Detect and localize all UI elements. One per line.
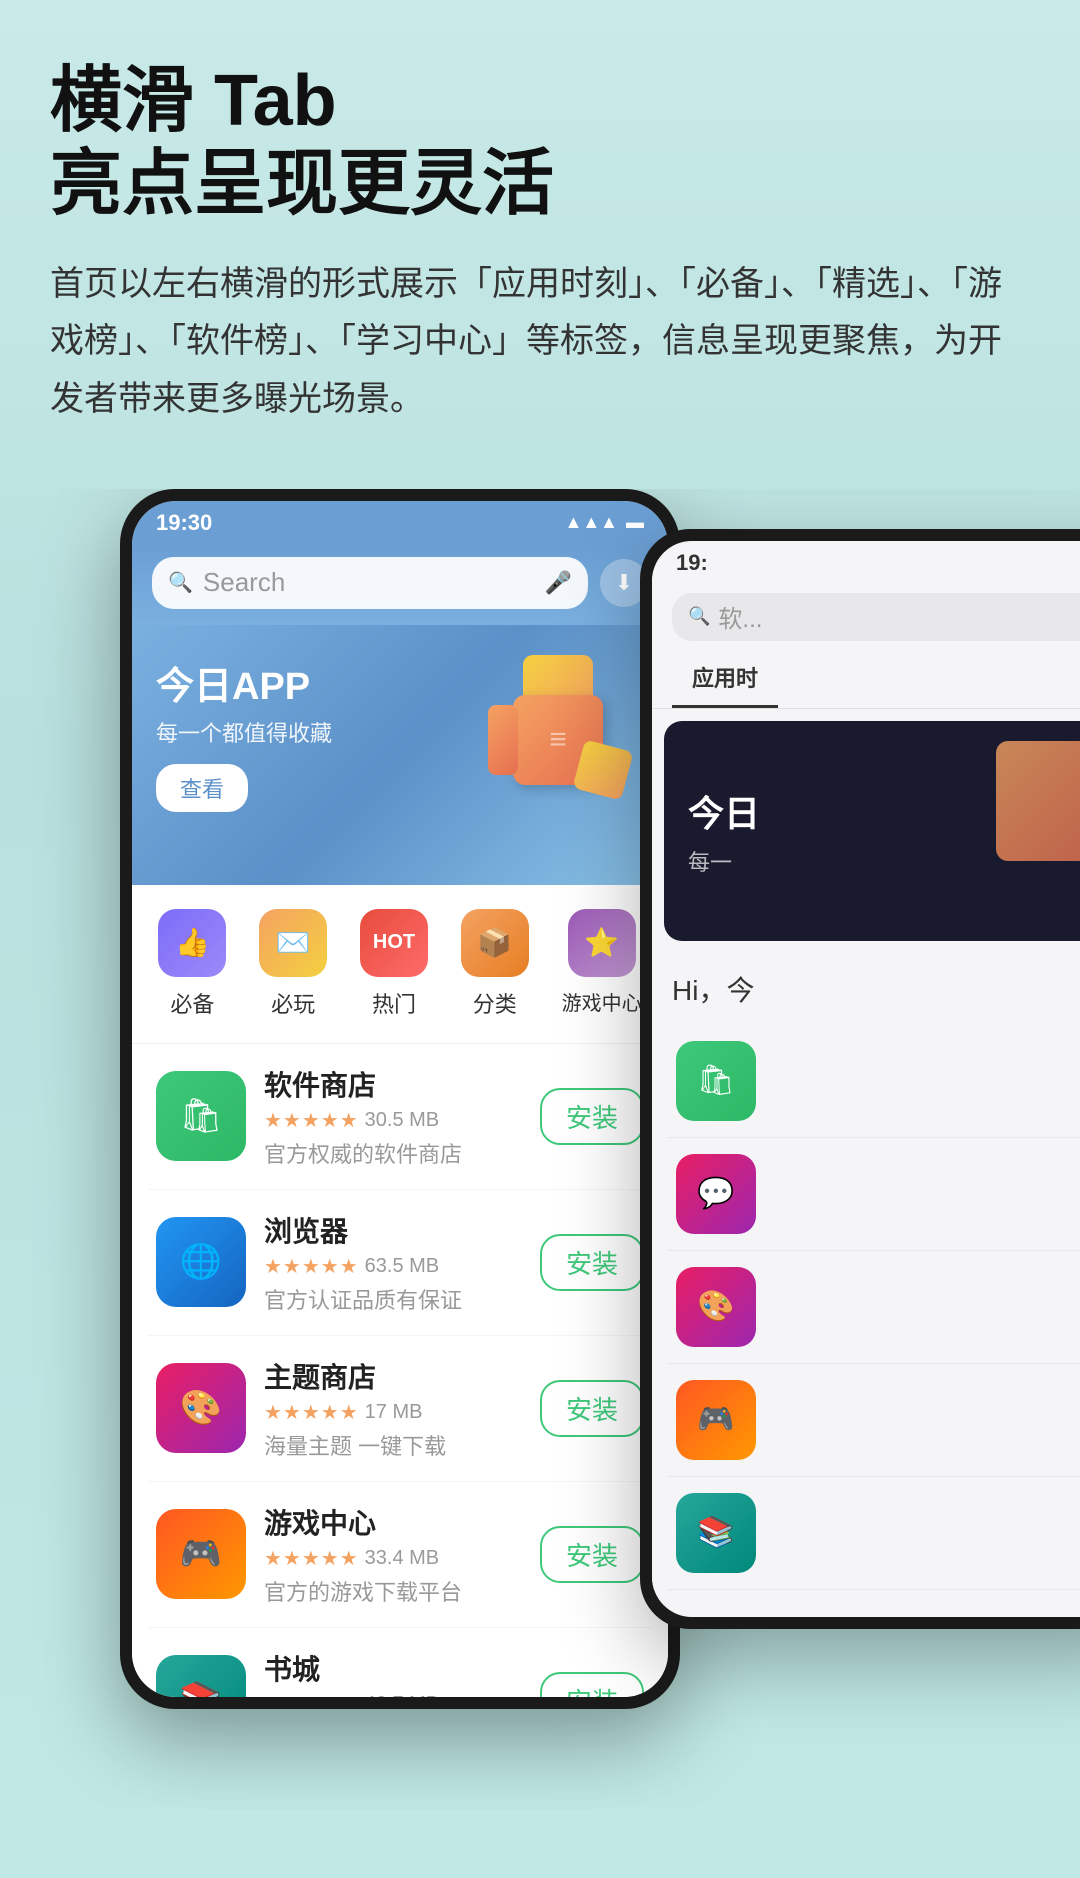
banner-2-decoration: [996, 741, 1080, 861]
search-bar-container: 🔍 Search 🎤 ⬇: [132, 545, 668, 625]
phone-secondary-screen: 19: ▬ 🔍 软... 应用时 今日 每一: [652, 541, 1080, 1617]
theme-store-info: 主题商店 ★★★★★ 17 MB 海量主题 一键下载: [264, 1356, 522, 1461]
search-icon: 🔍: [168, 570, 193, 595]
game-center-label: 游戏中心: [562, 987, 642, 1016]
banner-decoration: ≡: [488, 655, 628, 815]
tab-yingyong[interactable]: 应用时: [672, 649, 778, 708]
app-icon-s1: 🛍: [676, 1041, 756, 1121]
theme-store-desc: 海量主题 一键下载: [264, 1429, 522, 1461]
bewan-icon: ✉️: [259, 909, 327, 977]
status-bar: 19:30 ▲▲▲ ▬: [132, 501, 668, 545]
browser-name: 浏览器: [264, 1210, 522, 1250]
title-line1: 横滑 Tab: [50, 61, 337, 141]
browser-stars: ★★★★★ 63.5 MB: [264, 1254, 522, 1279]
browser-info: 浏览器 ★★★★★ 63.5 MB 官方认证品质有保证: [264, 1210, 522, 1315]
tab-jinri[interactable]: [788, 649, 828, 708]
books-name: 书城: [264, 1648, 522, 1688]
category-bibei[interactable]: 👍 必备: [158, 909, 226, 1019]
category-game-center[interactable]: ⭐ 游戏中心: [562, 909, 642, 1019]
tab-bar-secondary: 应用时: [652, 649, 1080, 709]
bibei-icon: 👍: [158, 909, 226, 977]
install-game-center-button[interactable]: 安装: [540, 1526, 644, 1583]
app-item-game-center[interactable]: 🎮 游戏中心 ★★★★★ 33.4 MB 官方的游戏下载平台 安装: [148, 1482, 652, 1628]
theme-store-stars: ★★★★★ 17 MB: [264, 1400, 522, 1425]
download-icon: ⬇: [615, 570, 633, 596]
app-icon-s4: 🎮: [676, 1380, 756, 1460]
game-center-app-name: 游戏中心: [264, 1502, 522, 1542]
game-center-stars: ★★★★★ 33.4 MB: [264, 1546, 522, 1571]
install-theme-button[interactable]: 安装: [540, 1380, 644, 1437]
time-display-2: 19:: [676, 550, 708, 576]
browser-icon: 🌐: [156, 1217, 246, 1307]
phones-container: 19:30 ▲▲▲ ▬ 🔍 Search 🎤 ⬇ 今日APP: [0, 489, 1080, 1809]
phone-main: 19:30 ▲▲▲ ▬ 🔍 Search 🎤 ⬇ 今日APP: [120, 489, 680, 1709]
category-fenlei[interactable]: 📦 分类: [461, 909, 529, 1019]
install-software-button[interactable]: 安装: [540, 1088, 644, 1145]
wifi-icon: ▲▲▲: [565, 512, 618, 533]
game-center-app-icon: 🎮: [156, 1509, 246, 1599]
status-icons: ▲▲▲ ▬: [565, 512, 644, 533]
books-info: 书城 ★★★★★ 40.7 MB 海量图书想读就读: [264, 1648, 522, 1697]
app-item-secondary-5[interactable]: 📚: [668, 1477, 1080, 1590]
hot-icon: HOT: [360, 909, 428, 977]
bewan-label: 必玩: [271, 987, 315, 1019]
bibei-label: 必备: [170, 987, 214, 1019]
theme-store-name: 主题商店: [264, 1356, 522, 1396]
books-stars: ★★★★★ 40.7 MB: [264, 1692, 522, 1697]
category-bewan[interactable]: ✉️ 必玩: [259, 909, 327, 1019]
software-store-desc: 官方权威的软件商店: [264, 1137, 522, 1169]
hot-label: 热门: [372, 987, 416, 1019]
software-store-info: 软件商店 ★★★★★ 30.5 MB 官方权威的软件商店: [264, 1064, 522, 1169]
app-list: 🛍 软件商店 ★★★★★ 30.5 MB 官方权威的软件商店 安装: [132, 1044, 668, 1697]
greeting-text: Hi，今: [652, 953, 1080, 1025]
header-section: 横滑 Tab 亮点呈现更灵活 首页以左右横滑的形式展示「应用时刻」、「必备」、「…: [0, 0, 1080, 459]
search-input-box[interactable]: 🔍 Search 🎤: [152, 557, 588, 609]
categories-section: 👍 必备 ✉️ 必玩 HOT 热门: [132, 885, 668, 1044]
mic-icon: 🎤: [545, 570, 572, 596]
game-center-icon: ⭐: [568, 909, 636, 977]
time-display: 19:30: [156, 510, 212, 536]
search-box-2[interactable]: 🔍 软...: [672, 593, 1080, 641]
search-placeholder-2: 软...: [718, 599, 762, 634]
status-bar-2: 19: ▬: [652, 541, 1080, 585]
app-icon-s5: 📚: [676, 1493, 756, 1573]
install-books-button[interactable]: 安装: [540, 1672, 644, 1697]
banner-button[interactable]: 查看: [156, 764, 248, 812]
phone-secondary: 19: ▬ 🔍 软... 应用时 今日 每一: [640, 529, 1080, 1629]
game-center-desc: 官方的游戏下载平台: [264, 1575, 522, 1607]
software-store-name: 软件商店: [264, 1064, 522, 1104]
game-center-app-info: 游戏中心 ★★★★★ 33.4 MB 官方的游戏下载平台: [264, 1502, 522, 1607]
search-bar-2: 🔍 软...: [652, 585, 1080, 649]
battery-icon: ▬: [626, 512, 644, 533]
phone-main-screen: 19:30 ▲▲▲ ▬ 🔍 Search 🎤 ⬇ 今日APP: [132, 501, 668, 1697]
app-item-secondary-4[interactable]: 🎮: [668, 1364, 1080, 1477]
app-item-secondary-2[interactable]: 💬: [668, 1138, 1080, 1251]
app-item-secondary-1[interactable]: 🛍: [668, 1025, 1080, 1138]
app-item-theme[interactable]: 🎨 主题商店 ★★★★★ 17 MB 海量主题 一键下载 安装: [148, 1336, 652, 1482]
install-browser-button[interactable]: 安装: [540, 1234, 644, 1291]
fenlei-icon: 📦: [461, 909, 529, 977]
banner-section: 今日APP 每一个都值得收藏 查看 ≡: [132, 625, 668, 885]
app-item-software[interactable]: 🛍 软件商店 ★★★★★ 30.5 MB 官方权威的软件商店 安装: [148, 1044, 652, 1190]
theme-store-icon: 🎨: [156, 1363, 246, 1453]
books-icon: 📚: [156, 1655, 246, 1697]
title-line2: 亮点呈现更灵活: [50, 144, 554, 224]
app-icon-s2: 💬: [676, 1154, 756, 1234]
app-item-secondary-3[interactable]: 🎨: [668, 1251, 1080, 1364]
app-icon-s3: 🎨: [676, 1267, 756, 1347]
main-title: 横滑 Tab 亮点呈现更灵活: [50, 60, 1030, 226]
category-hot[interactable]: HOT 热门: [360, 909, 428, 1019]
browser-desc: 官方认证品质有保证: [264, 1283, 522, 1315]
banner-secondary: 今日 每一: [664, 721, 1080, 941]
fenlei-label: 分类: [473, 987, 517, 1019]
search-icon-2: 🔍: [688, 606, 710, 627]
search-placeholder: Search: [203, 567, 535, 598]
subtitle-text: 首页以左右横滑的形式展示「应用时刻」、「必备」、「精选」、「游戏榜」、「软件榜」…: [50, 256, 1030, 429]
app-item-books[interactable]: 📚 书城 ★★★★★ 40.7 MB 海量图书想读就读 安装: [148, 1628, 652, 1697]
app-list-secondary: 🛍 💬 🎨 🎮: [652, 1025, 1080, 1590]
software-store-icon: 🛍: [156, 1071, 246, 1161]
software-store-stars: ★★★★★ 30.5 MB: [264, 1108, 522, 1133]
app-item-browser[interactable]: 🌐 浏览器 ★★★★★ 63.5 MB 官方认证品质有保证 安装: [148, 1190, 652, 1336]
